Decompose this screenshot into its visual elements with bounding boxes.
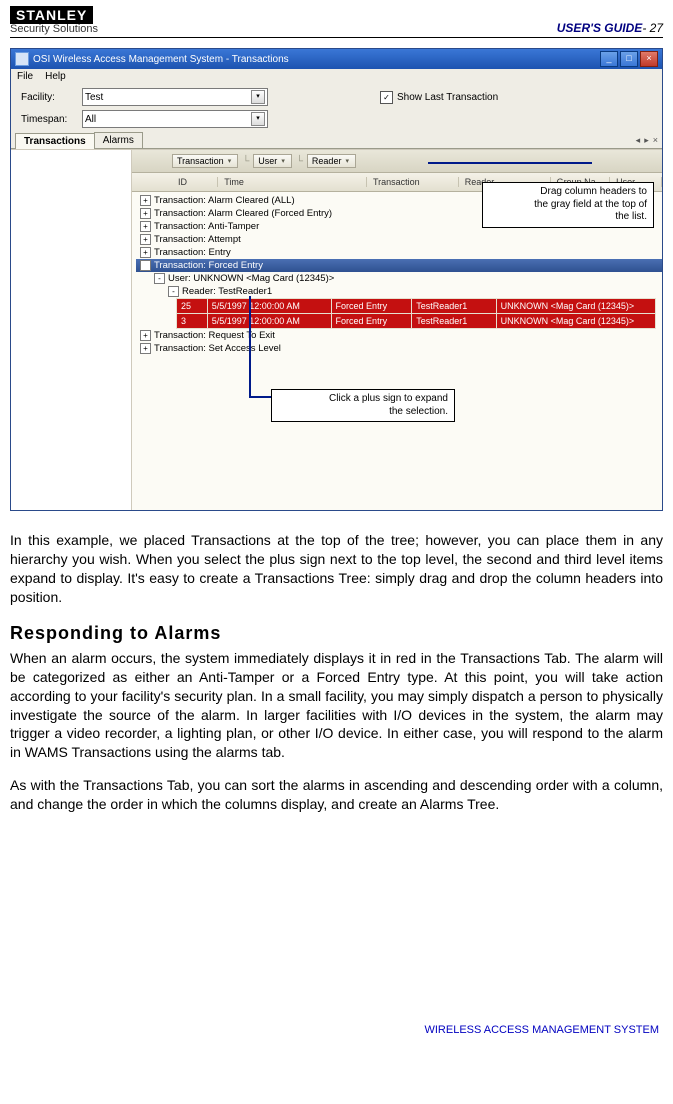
window-buttons: _ □ × — [600, 51, 658, 67]
header-right: USER'S GUIDE- 27 — [557, 21, 663, 35]
collapse-icon[interactable]: - — [154, 273, 165, 284]
group-chip-reader[interactable]: Reader▾ — [307, 154, 356, 168]
chevron-down-icon: ▾ — [228, 157, 232, 165]
chevron-down-icon: ▾ — [281, 157, 285, 165]
tab-alarms[interactable]: Alarms — [94, 132, 143, 148]
tab-bar: Transactions Alarms ◂ ▸ × — [11, 132, 662, 149]
menu-file[interactable]: File — [17, 71, 33, 82]
expand-icon[interactable]: + — [140, 330, 151, 341]
show-last-checkbox[interactable]: ✓ Show Last Transaction — [380, 91, 498, 104]
group-chip-transaction[interactable]: Transaction▾ — [172, 154, 238, 168]
timespan-value: All — [85, 114, 96, 125]
expand-icon[interactable]: + — [140, 195, 151, 206]
cell: UNKNOWN <Mag Card (12345)> — [496, 314, 655, 329]
annotation-line — [428, 162, 592, 164]
column-header[interactable]: Transaction — [367, 177, 459, 187]
chevron-down-icon: ▾ — [251, 90, 265, 104]
tree-label: Transaction: Alarm Cleared (ALL) — [154, 195, 295, 206]
tree-row[interactable]: +Transaction: Entry — [136, 246, 662, 259]
group-chip-user[interactable]: User▾ — [253, 154, 292, 168]
cell: 3 — [177, 314, 208, 329]
cell: UNKNOWN <Mag Card (12345)> — [496, 299, 655, 314]
brand-subtitle: Security Solutions — [10, 24, 98, 35]
tree-label: Transaction: Alarm Cleared (Forced Entry… — [154, 208, 332, 219]
page-number: - 27 — [642, 21, 663, 35]
tree-row[interactable]: -User: UNKNOWN <Mag Card (12345)> — [136, 272, 662, 285]
paragraph: As with the Transactions Tab, you can so… — [10, 776, 663, 814]
body-text: In this example, we placed Transactions … — [10, 531, 663, 814]
chevron-down-icon: ▾ — [251, 112, 265, 126]
tree-label: Transaction: Set Access Level — [154, 343, 281, 354]
maximize-button[interactable]: □ — [620, 51, 638, 67]
tab-scroll-right-icon[interactable]: ▸ — [644, 135, 649, 146]
cell: Forced Entry — [331, 314, 412, 329]
filter-row-facility: Facility: Test ▾ ✓ Show Last Transaction — [11, 84, 662, 110]
checkbox-icon: ✓ — [380, 91, 393, 104]
expand-icon[interactable]: + — [140, 208, 151, 219]
left-panel — [11, 150, 132, 510]
tree-label: Transaction: Request To Exit — [154, 330, 275, 341]
facility-combo[interactable]: Test ▾ — [82, 88, 268, 106]
cell: 5/5/1997 12:00:00 AM — [207, 299, 331, 314]
annotation-line — [249, 296, 251, 396]
guide-label: USER'S GUIDE — [557, 21, 643, 35]
collapse-icon[interactable]: - — [140, 260, 151, 271]
alarm-rows: 255/5/1997 12:00:00 AMForced EntryTestRe… — [176, 298, 656, 329]
grid-panel: Transaction▾ └ User▾ └ Reader▾ IDTimeTra… — [132, 150, 662, 510]
cell: TestReader1 — [412, 314, 496, 329]
app-icon — [15, 52, 29, 66]
filter-row-timespan: Timespan: All ▾ — [11, 110, 662, 132]
section-heading: Responding to Alarms — [10, 621, 663, 645]
facility-label: Facility: — [21, 92, 76, 103]
tab-scroll-left-icon[interactable]: ◂ — [636, 135, 641, 146]
tree-label: Transaction: Anti-Tamper — [154, 221, 259, 232]
show-last-label: Show Last Transaction — [397, 92, 498, 103]
annotation-line — [249, 396, 271, 398]
expand-icon[interactable]: + — [140, 247, 151, 258]
timespan-label: Timespan: — [21, 114, 76, 125]
close-button[interactable]: × — [640, 51, 658, 67]
tree-row[interactable]: -Transaction: Forced Entry — [136, 259, 662, 272]
window-titlebar[interactable]: OSI Wireless Access Management System - … — [11, 49, 662, 69]
cell: Forced Entry — [331, 299, 412, 314]
tree-row[interactable]: +Transaction: Set Access Level — [136, 342, 662, 355]
tree-label: Transaction: Forced Entry — [154, 260, 263, 271]
tree-label: Transaction: Entry — [154, 247, 231, 258]
page-header: STANLEY Security Solutions USER'S GUIDE-… — [10, 6, 663, 38]
window-title: OSI Wireless Access Management System - … — [33, 54, 600, 65]
menu-help[interactable]: Help — [45, 71, 66, 82]
chevron-down-icon: ▾ — [345, 157, 349, 165]
callout-drag-headers: Drag column headers tothe gray field at … — [482, 182, 654, 228]
cell: 5/5/1997 12:00:00 AM — [207, 314, 331, 329]
paragraph: In this example, we placed Transactions … — [10, 531, 663, 607]
facility-value: Test — [85, 92, 103, 103]
column-header[interactable]: Time — [218, 177, 367, 187]
paragraph: When an alarm occurs, the system immedia… — [10, 649, 663, 762]
tree-row[interactable]: -Reader: TestReader1 — [136, 285, 662, 298]
tree-label: Reader: TestReader1 — [182, 286, 272, 297]
cell: 25 — [177, 299, 208, 314]
expand-icon[interactable]: + — [140, 343, 151, 354]
brand-logo: STANLEY Security Solutions — [10, 6, 98, 35]
tree-row[interactable]: +Transaction: Request To Exit — [136, 329, 662, 342]
callout-plus-sign: Click a plus sign to expandthe selection… — [271, 389, 455, 422]
tab-transactions[interactable]: Transactions — [15, 133, 95, 149]
minimize-button[interactable]: _ — [600, 51, 618, 67]
tab-controls: ◂ ▸ × — [636, 135, 658, 146]
work-area: Transaction▾ └ User▾ └ Reader▾ IDTimeTra… — [11, 149, 662, 510]
expand-icon[interactable]: + — [140, 234, 151, 245]
tab-close-icon[interactable]: × — [653, 135, 658, 146]
tree-label: Transaction: Attempt — [154, 234, 241, 245]
menu-bar: File Help — [11, 69, 662, 84]
expand-icon[interactable]: + — [140, 221, 151, 232]
cell: TestReader1 — [412, 299, 496, 314]
tree-label: User: UNKNOWN <Mag Card (12345)> — [168, 273, 334, 284]
tree-row[interactable]: +Transaction: Attempt — [136, 233, 662, 246]
app-window: OSI Wireless Access Management System - … — [10, 48, 663, 511]
column-header[interactable]: ID — [172, 177, 218, 187]
collapse-icon[interactable]: - — [168, 286, 179, 297]
brand-name: STANLEY — [10, 6, 93, 24]
page-footer: WIRELESS ACCESS MANAGEMENT SYSTEM — [10, 1024, 663, 1036]
timespan-combo[interactable]: All ▾ — [82, 110, 268, 128]
